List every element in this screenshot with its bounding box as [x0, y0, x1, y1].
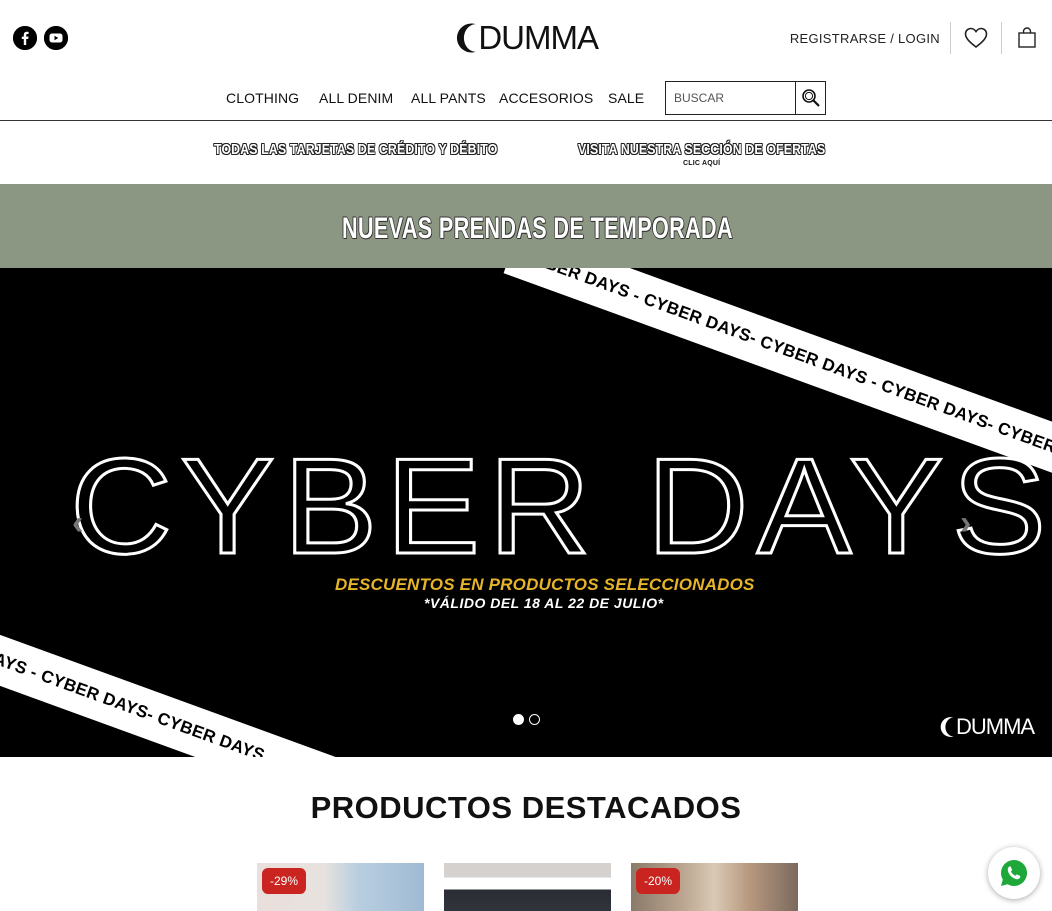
discount-badge: -29% [262, 868, 307, 894]
social-links [13, 26, 68, 50]
hero-headline: CYBER DAYS [68, 430, 1052, 582]
product-card[interactable]: -29% [257, 863, 424, 911]
hero-valid-text: *VÁLIDO DEL 18 AL 22 DE JULIO* [424, 595, 664, 611]
carousel-dots [513, 714, 540, 725]
wishlist-button[interactable] [951, 22, 1001, 54]
carousel-next-button[interactable]: › [960, 504, 971, 543]
nav-item-accesorios[interactable]: ACCESORIOS [499, 90, 593, 106]
promo-strip: TODAS LAS TARJETAS DE CRÉDITO Y DÉBITO V… [0, 121, 1052, 184]
facebook-icon[interactable] [13, 26, 37, 50]
youtube-icon[interactable] [44, 26, 68, 50]
nav-item-all-pants[interactable]: ALL PANTS [411, 90, 486, 106]
discount-badge: -20% [636, 868, 681, 894]
whatsapp-button[interactable] [988, 847, 1040, 899]
featured-title: PRODUCTOS DESTACADOS [310, 790, 742, 825]
cards-promo[interactable]: TODAS LAS TARJETAS DE CRÉDITO Y DÉBITO [214, 141, 497, 158]
product-card[interactable] [444, 863, 611, 911]
search-button[interactable] [795, 82, 825, 114]
search-icon [801, 89, 820, 107]
user-area: REGISTRARSE / LOGIN [790, 22, 1052, 54]
main-nav: CLOTHING ALL DENIM ALL PANTS ACCESORIOS … [0, 80, 1052, 120]
nav-item-clothing[interactable]: CLOTHING [226, 90, 299, 106]
login-link[interactable]: REGISTRARSE / LOGIN [790, 31, 950, 46]
product-card[interactable]: -20% [631, 863, 798, 911]
whatsapp-icon [1001, 860, 1028, 886]
site-logo[interactable]: DUMMA [456, 12, 599, 64]
offers-click-here[interactable]: CLIC AQUÍ [683, 160, 720, 167]
search-input[interactable] [666, 82, 795, 114]
offers-promo-link[interactable]: VISITA NUESTRA SECCIÓN DE OFERTAS [578, 141, 825, 158]
shopping-bag-icon [1018, 27, 1036, 48]
ribbon-bottom: BER DAYS - CYBER DAYS- CYBER DAYS - CYBE… [0, 613, 467, 757]
site-header: DUMMA REGISTRARSE / LOGIN [0, 0, 1052, 76]
nav-item-sale[interactable]: SALE [608, 90, 644, 106]
hero-logo-text: DUMMA [956, 714, 1035, 739]
logo-text: DUMMA [478, 19, 599, 56]
hero-logo: DUMMA [940, 714, 1035, 740]
hero-discount-text: DESCUENTOS EN PRODUCTOS SELECCIONADOS [335, 575, 755, 594]
season-banner[interactable]: NUEVAS PRENDAS DE TEMPORADA [0, 184, 1052, 268]
season-banner-text: NUEVAS PRENDAS DE TEMPORADA [342, 212, 733, 245]
carousel-dot-2[interactable] [529, 714, 540, 725]
search-box [665, 81, 826, 115]
carousel-prev-button[interactable]: ‹ [72, 504, 83, 543]
heart-icon [964, 27, 988, 49]
hero-carousel[interactable]: CYBER DAYS - CYBER DAYS- CYBER DAYS - CY… [0, 268, 1052, 757]
cart-button[interactable] [1002, 22, 1052, 54]
carousel-dot-1[interactable] [513, 714, 524, 725]
nav-item-all-denim[interactable]: ALL DENIM [319, 90, 393, 106]
